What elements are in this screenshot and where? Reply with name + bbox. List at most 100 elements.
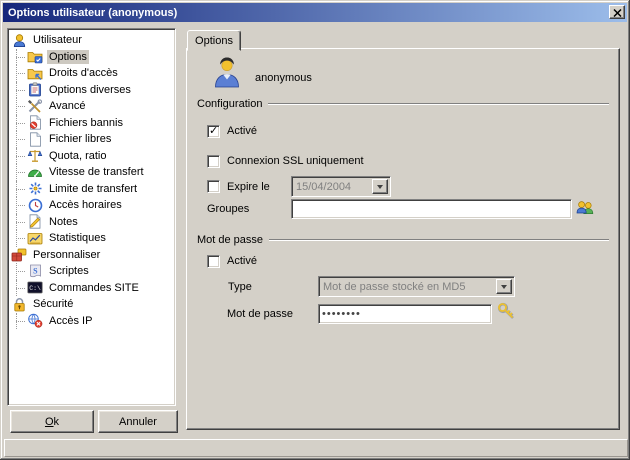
ip-access-icon xyxy=(27,313,43,329)
close-icon xyxy=(612,5,622,20)
groups-label-row: Groupes xyxy=(207,199,249,219)
key-icon[interactable] xyxy=(497,302,516,320)
sidebar-item-scriptes[interactable]: S Scriptes xyxy=(8,263,175,280)
expire-date-combobox: 15/04/2004 xyxy=(291,176,391,197)
chevron-down-icon xyxy=(377,185,383,192)
sidebar-item-statistiques[interactable]: Statistiques xyxy=(8,230,175,247)
sidebar-item-label: Accès horaires xyxy=(49,199,122,212)
configuration-group-title: Configuration xyxy=(197,97,263,110)
notes-icon xyxy=(27,214,43,230)
options-tab-page: anonymous Configuration Activé Connexion… xyxy=(186,48,620,430)
sidebar-item-fichier-libres[interactable]: Fichier libres xyxy=(8,131,175,148)
sidebar-item-label: Accès IP xyxy=(49,314,93,327)
sidebar-item-utilisateur[interactable]: Utilisateur xyxy=(8,32,175,49)
sidebar-item-personnaliser[interactable]: Personnaliser xyxy=(8,247,175,264)
transfer-limit-icon xyxy=(27,181,43,197)
misc-options-icon xyxy=(27,82,43,98)
sidebar-item-notes[interactable]: Notes xyxy=(8,213,175,231)
sidebar-item-label: Statistiques xyxy=(49,232,106,245)
sidebar-item-droits-acces[interactable]: Droits d'accès xyxy=(8,65,175,82)
password-type-combobox: Mot de passe stocké en MD5 xyxy=(318,276,515,297)
ok-button[interactable]: Ok xyxy=(10,410,94,433)
sidebar-item-acces-horaires[interactable]: Accès horaires xyxy=(8,197,175,214)
ssl-checkbox-row: Connexion SSL uniquement xyxy=(207,154,364,168)
password-type-label-row: Type xyxy=(228,276,252,297)
sidebar-item-label: Personnaliser xyxy=(33,248,101,261)
sidebar-item-label: Utilisateur xyxy=(33,34,82,47)
sidebar-item-label: Scriptes xyxy=(49,265,89,278)
ssl-only-checkbox[interactable] xyxy=(207,154,220,168)
sidebar-item-label: Droits d'accès xyxy=(49,67,118,80)
configuration-group-header: Configuration xyxy=(197,97,609,110)
status-bar xyxy=(4,439,628,457)
expire-date-dropdown-button xyxy=(372,179,388,194)
sidebar-item-quota-ratio[interactable]: Quota, ratio xyxy=(8,147,175,165)
sidebar-item-label: Fichiers bannis xyxy=(49,116,123,129)
svg-text:S: S xyxy=(33,266,38,275)
password-label-row: Mot de passe xyxy=(227,304,293,324)
close-button[interactable] xyxy=(609,5,625,19)
sidebar-item-label: Limite de transfert xyxy=(49,182,138,195)
sidebar-item-limite-transfert[interactable]: Limite de transfert xyxy=(8,180,175,198)
password-active-checkbox-row: Activé xyxy=(207,254,257,268)
password-type-label: Type xyxy=(228,280,252,293)
active-checkbox-row: Activé xyxy=(207,124,257,138)
tab-options-label: Options xyxy=(195,34,233,47)
password-group-title: Mot de passe xyxy=(197,233,264,246)
groups-label: Groupes xyxy=(207,203,250,215)
password-input[interactable] xyxy=(318,304,492,324)
sidebar-item-acces-ip[interactable]: Accès IP xyxy=(8,312,175,330)
password-group-header: Mot de passe xyxy=(197,233,609,246)
title-bar[interactable]: Options utilisateur (anonymous) xyxy=(3,3,627,22)
folder-check-icon xyxy=(27,49,43,65)
group-divider xyxy=(269,239,609,241)
password-type-dropdown-button xyxy=(496,279,512,294)
sidebar-item-label: Notes xyxy=(49,215,78,228)
active-checkbox-label: Activé xyxy=(227,125,257,137)
sidebar-item-label: Avancé xyxy=(49,100,86,113)
password-label: Mot de passe xyxy=(227,308,294,320)
groups-icon[interactable] xyxy=(576,200,594,216)
script-icon: S xyxy=(27,263,43,279)
security-icon xyxy=(11,296,27,312)
sidebar-item-options[interactable]: Options xyxy=(8,48,175,66)
tab-options[interactable]: Options xyxy=(187,30,241,51)
expires-checkbox[interactable] xyxy=(207,180,220,193)
sidebar-item-label: Commandes SITE xyxy=(49,281,139,294)
username-label: anonymous xyxy=(255,72,312,84)
sidebar-item-options-diverses[interactable]: Options diverses xyxy=(8,81,175,99)
user-options-tree[interactable]: Utilisateur Options Droits d'accès Options … xyxy=(7,28,176,406)
chevron-down-icon xyxy=(501,285,507,292)
sidebar-item-label: Quota, ratio xyxy=(49,149,107,162)
active-checkbox[interactable] xyxy=(207,124,220,138)
password-active-checkbox[interactable] xyxy=(207,254,220,268)
password-active-checkbox-label: Activé xyxy=(227,255,257,267)
clock-icon xyxy=(27,197,43,213)
free-file-icon xyxy=(27,131,43,147)
expires-checkbox-row: Expire le xyxy=(207,176,270,197)
speed-icon xyxy=(27,164,43,180)
password-type-value: Mot de passe stocké en MD5 xyxy=(323,280,466,293)
sidebar-item-vitesse-transfert[interactable]: Vitesse de transfert xyxy=(8,164,175,181)
sidebar-item-label: Sécurité xyxy=(33,298,74,311)
sidebar-item-avance[interactable]: Avancé xyxy=(8,98,175,115)
sidebar-item-label: Fichier libres xyxy=(49,133,112,146)
sidebar-item-fichiers-bannis[interactable]: Fichiers bannis xyxy=(8,114,175,132)
expires-checkbox-label: Expire le xyxy=(227,180,270,193)
banned-file-icon xyxy=(27,115,43,131)
folder-access-icon xyxy=(27,65,43,81)
user-icon xyxy=(11,32,27,48)
site-commands-icon: C:\ xyxy=(27,280,43,296)
stats-icon xyxy=(27,230,43,246)
user-avatar-icon xyxy=(212,55,242,89)
sidebar-item-commandes-site[interactable]: C:\ Commandes SITE xyxy=(8,279,175,297)
svg-text:C:\: C:\ xyxy=(29,285,41,292)
tools-icon xyxy=(27,98,43,114)
quota-icon xyxy=(27,148,43,164)
groups-input[interactable] xyxy=(291,199,572,219)
sidebar-item-label: Options diverses xyxy=(49,83,131,96)
sidebar-item-label: Options xyxy=(47,49,89,64)
sidebar-item-securite[interactable]: Sécurité xyxy=(8,296,175,313)
personalize-icon xyxy=(11,247,27,263)
cancel-button[interactable]: Annuler xyxy=(98,410,178,433)
